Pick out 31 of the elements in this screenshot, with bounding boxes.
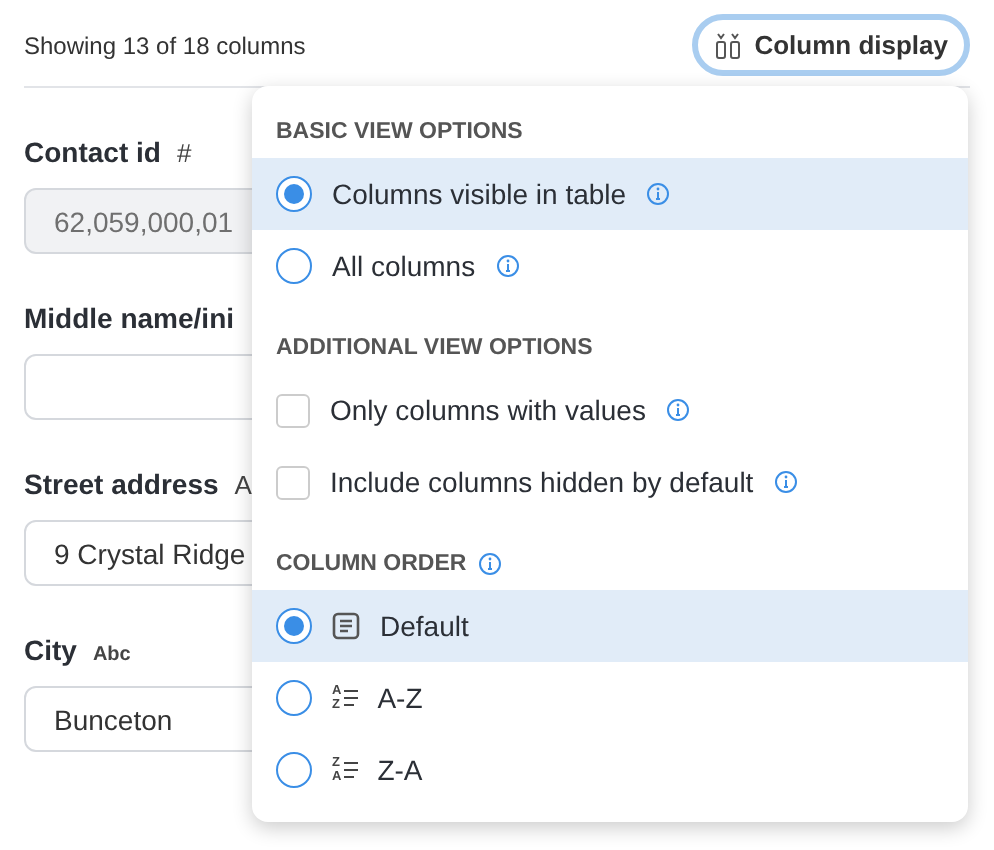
option-row[interactable]: All columns xyxy=(252,230,968,302)
section-heading: ADDITIONAL VIEW OPTIONS xyxy=(276,336,593,360)
option-row[interactable]: Include columns hidden by default xyxy=(252,446,968,518)
field-label: Street address xyxy=(24,468,219,500)
checkbox[interactable] xyxy=(276,465,310,499)
field-type-mark: A xyxy=(234,470,252,500)
info-icon[interactable] xyxy=(773,470,798,494)
field-label: Middle name/ini xyxy=(24,302,235,334)
info-icon[interactable] xyxy=(478,552,503,576)
section-heading: COLUMN ORDER xyxy=(276,552,467,576)
radio-button[interactable] xyxy=(276,248,312,284)
field-type-mark: # xyxy=(176,138,192,168)
option-row[interactable]: Only columns with values xyxy=(252,374,968,446)
radio-button[interactable] xyxy=(276,752,312,788)
info-icon[interactable] xyxy=(665,398,690,422)
info-icon[interactable] xyxy=(646,182,671,206)
radio-button[interactable] xyxy=(276,680,312,716)
option-row[interactable]: Default xyxy=(252,590,968,662)
field-type-mark: Abc xyxy=(92,644,131,666)
section-heading: BASIC VIEW OPTIONS xyxy=(276,120,523,144)
option-row[interactable]: Columns visible in table xyxy=(252,158,968,230)
columns-icon xyxy=(714,31,743,59)
column-count-text: Showing 13 of 18 columns xyxy=(24,31,306,59)
checkbox[interactable] xyxy=(276,393,310,427)
field-label: City xyxy=(24,634,77,666)
radio-button[interactable] xyxy=(276,176,312,212)
list-icon xyxy=(332,612,360,640)
radio-button[interactable] xyxy=(276,608,312,644)
info-icon[interactable] xyxy=(495,254,520,278)
column-display-button[interactable]: Column display xyxy=(692,14,970,76)
field-label: Contact id xyxy=(24,136,161,168)
